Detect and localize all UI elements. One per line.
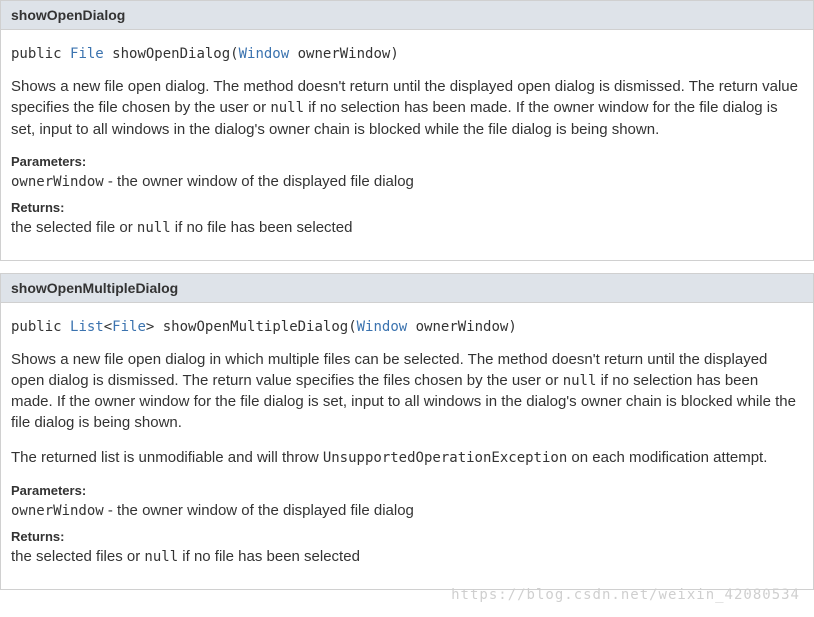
- param-desc: - the owner window of the displayed file…: [104, 173, 414, 190]
- method-body: public List<File> showOpenMultipleDialog…: [1, 303, 813, 589]
- method-signature: public File showOpenDialog(Window ownerW…: [11, 46, 803, 62]
- type-link-list[interactable]: List: [70, 319, 104, 335]
- method-description: Shows a new file open dialog. The method…: [11, 76, 803, 140]
- sig-param-name: ownerWindow): [289, 46, 399, 62]
- type-link-file[interactable]: File: [112, 319, 146, 335]
- sig-method-name: showOpenDialog(: [104, 46, 239, 62]
- method-description: Shows a new file open dialog in which mu…: [11, 349, 803, 434]
- param-name: ownerWindow: [11, 174, 104, 190]
- return-text: the selected files or: [11, 548, 144, 565]
- type-link-window[interactable]: Window: [357, 319, 408, 335]
- method-description-2: The returned list is unmodifiable and wi…: [11, 447, 803, 469]
- type-link-file[interactable]: File: [70, 46, 104, 62]
- method-block-showOpenDialog: showOpenDialog public File showOpenDialo…: [0, 0, 814, 261]
- parameter-line: ownerWindow - the owner window of the di…: [11, 502, 803, 519]
- inline-code-exception: UnsupportedOperationException: [323, 450, 567, 466]
- type-link-window[interactable]: Window: [239, 46, 290, 62]
- inline-code-null: null: [144, 549, 178, 565]
- param-desc: - the owner window of the displayed file…: [104, 502, 414, 519]
- method-signature: public List<File> showOpenMultipleDialog…: [11, 319, 803, 335]
- inline-code-null: null: [563, 373, 597, 389]
- desc-text: on each modification attempt.: [567, 449, 767, 466]
- sig-method-name: showOpenMultipleDialog(: [154, 319, 356, 335]
- parameters-label: Parameters:: [11, 483, 803, 498]
- method-body: public File showOpenDialog(Window ownerW…: [1, 30, 813, 260]
- sig-modifier: public: [11, 46, 70, 62]
- returns-label: Returns:: [11, 200, 803, 215]
- return-line: the selected file or null if no file has…: [11, 219, 803, 236]
- method-block-showOpenMultipleDialog: showOpenMultipleDialog public List<File>…: [0, 273, 814, 590]
- sig-generic-open: <: [104, 319, 112, 335]
- method-header: showOpenMultipleDialog: [1, 274, 813, 303]
- returns-label: Returns:: [11, 529, 803, 544]
- sig-modifier: public: [11, 319, 70, 335]
- return-text: the selected file or: [11, 219, 137, 236]
- inline-code-null: null: [270, 100, 304, 116]
- method-header: showOpenDialog: [1, 1, 813, 30]
- return-text: if no file has been selected: [171, 219, 353, 236]
- parameters-label: Parameters:: [11, 154, 803, 169]
- param-name: ownerWindow: [11, 503, 104, 519]
- inline-code-null: null: [137, 220, 171, 236]
- desc-text: The returned list is unmodifiable and wi…: [11, 449, 323, 466]
- return-text: if no file has been selected: [178, 548, 360, 565]
- parameter-line: ownerWindow - the owner window of the di…: [11, 173, 803, 190]
- sig-param-name: ownerWindow): [407, 319, 517, 335]
- return-line: the selected files or null if no file ha…: [11, 548, 803, 565]
